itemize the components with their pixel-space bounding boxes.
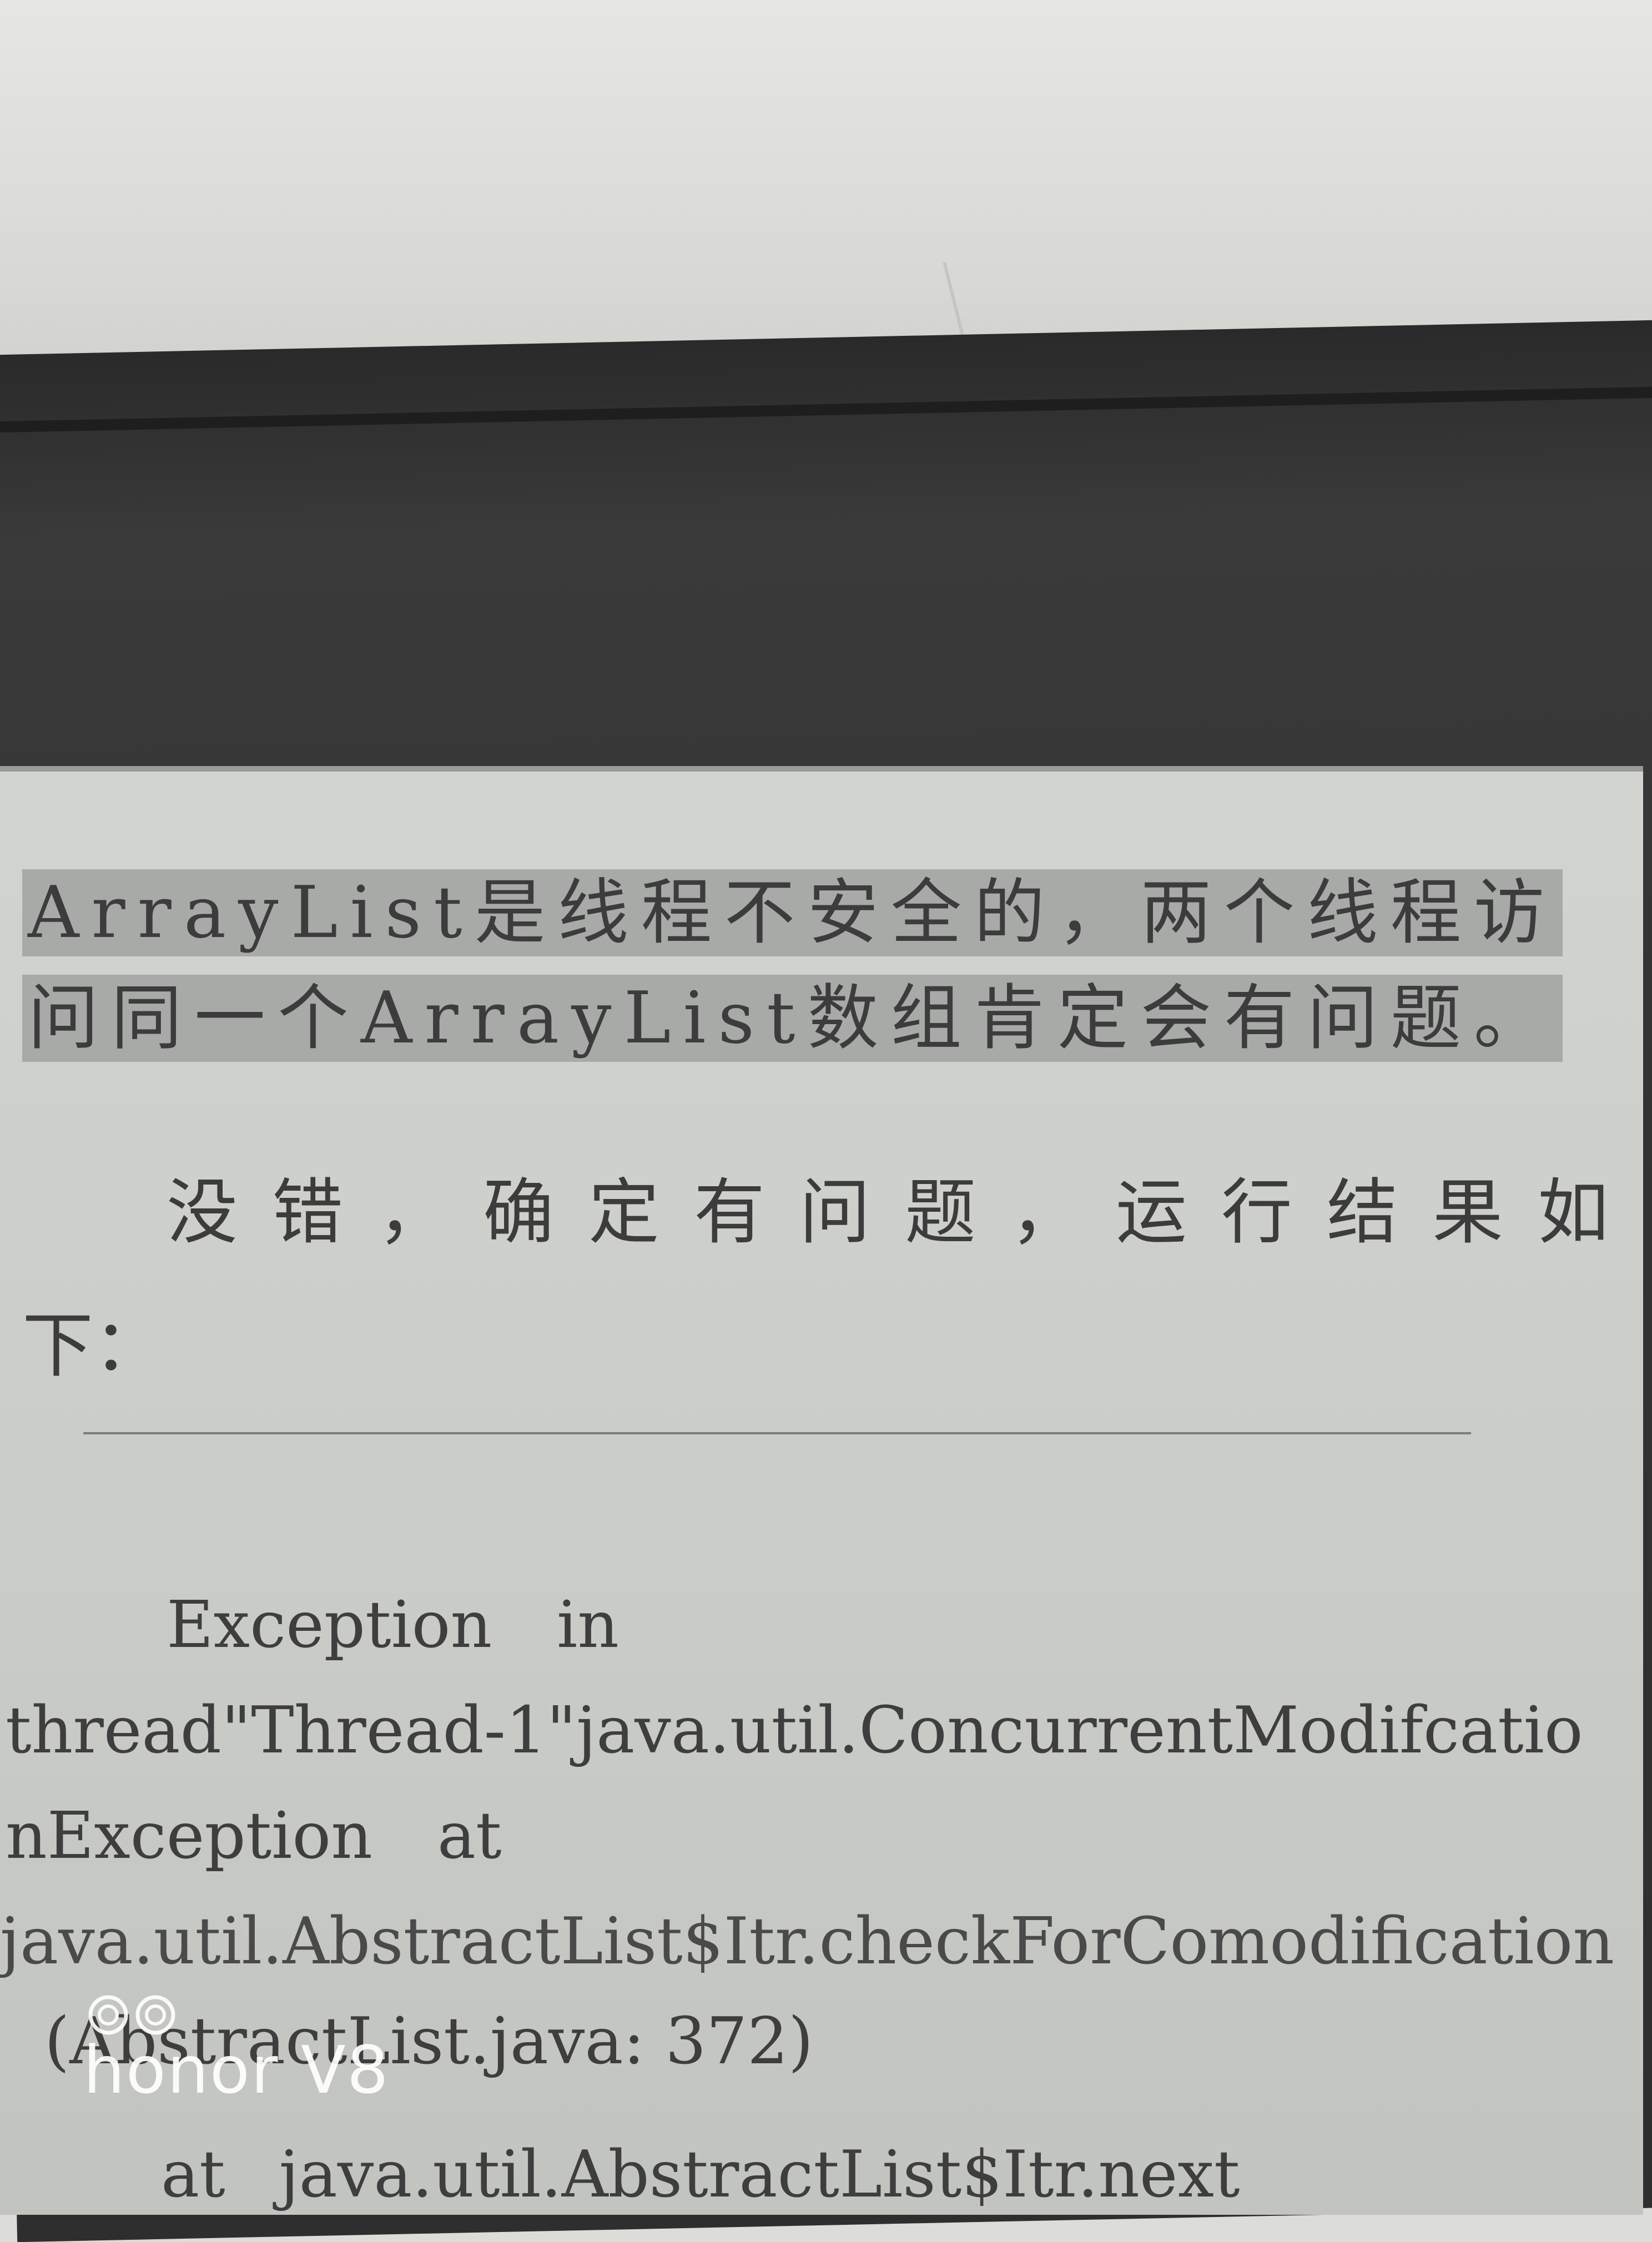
watermark-text: honor V8 — [83, 2032, 390, 2108]
code-line-3: nException at — [6, 1798, 502, 1873]
highlight-span-2: 问同一个ArrayList数组肯定会有问题。 — [22, 975, 1563, 1062]
camera-lens-icon — [88, 1995, 175, 2035]
code-line-1: Exception in — [167, 1588, 619, 1662]
body-text-line-2: 下： — [22, 1304, 165, 1387]
highlighted-sentence-line-2[interactable]: 问同一个ArrayList数组肯定会有问题。 — [22, 960, 1563, 1063]
code-line-4: java.util.AbstractList$Itr.checkForComod… — [0, 1904, 1615, 1979]
code-line-6: at java.util.AbstractList$Itr.next — [161, 2137, 1240, 2212]
camera-watermark: honor V8 — [83, 1993, 416, 2108]
code-line-2: thread"Thread-1"java.util.ConcurrentModi… — [6, 1693, 1583, 1768]
body-text-line-1: 没错，确定有问题，运行结果如 — [167, 1171, 1643, 1254]
highlighted-sentence-line-1[interactable]: ArrayList是线程不安全的，两个线程访 — [22, 855, 1563, 958]
section-divider — [83, 1432, 1471, 1434]
highlight-span-1: ArrayList是线程不安全的，两个线程访 — [22, 869, 1563, 956]
